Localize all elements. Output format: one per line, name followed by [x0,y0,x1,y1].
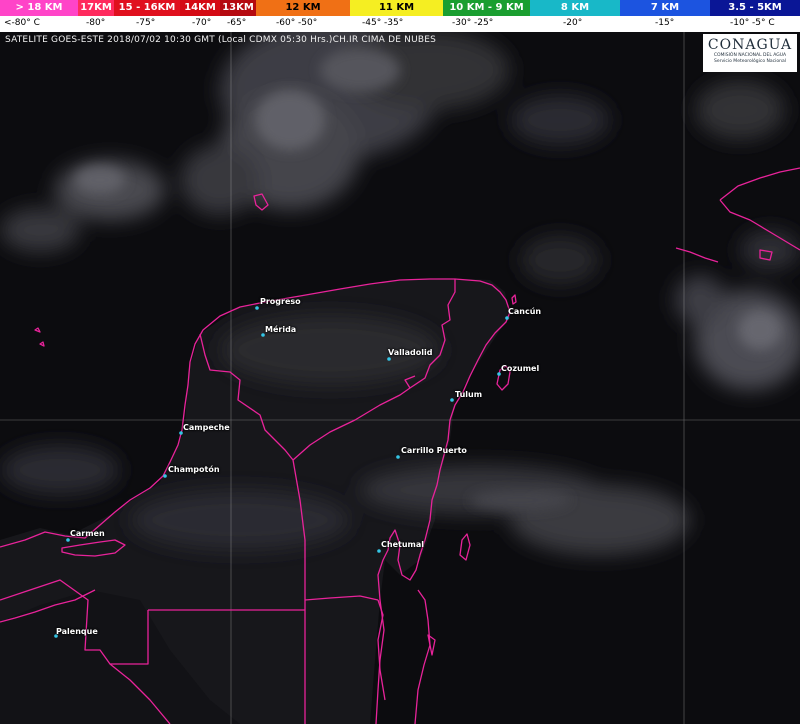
cloud-top-legend: > 18 KM 17KM 15 - 16KM 14KM 13KM 12 KM 1… [0,0,800,32]
legend-temp-11: -10° -5° C [730,18,775,28]
legend-temp-2: -80° [86,18,106,28]
city-dot-tulum [450,398,454,402]
city-label-chetumal: Chetumal [381,540,424,549]
city-label-carrillo-puerto: Carrillo Puerto [401,446,467,455]
legend-band-3-5km: 3.5 - 5KM [710,0,800,16]
city-dot-cancun [505,316,509,320]
legend-band-7km: 7 KM [620,0,710,16]
legend-temp-5: -65° [227,18,247,28]
legend-temp-6: -60° -50° [276,18,318,28]
legend-band-8km: 8 KM [530,0,620,16]
logo-name: CONAGUA [707,37,793,53]
legend-band-17km: 17KM [78,0,114,16]
image-caption: SATELITE GOES-ESTE 2018/07/02 10:30 GMT … [5,35,437,45]
legend-band-10-9km: 10 KM - 9 KM [443,0,530,16]
city-label-valladolid: Valladolid [388,348,433,357]
legend-temp-9: -20° [563,18,583,28]
city-label-cozumel: Cozumel [501,364,540,373]
satellite-image [0,0,800,724]
legend-band-11km: 11 KM [350,0,443,16]
city-label-carmen: Carmen [70,529,105,538]
logo-subtitle-2: Servicio Meteorológico Nacional [714,59,786,64]
city-dot-carrillo-puerto [396,455,400,459]
legend-band-12km: 12 KM [256,0,350,16]
legend-temp-4: -70° [192,18,212,28]
city-label-progreso: Progreso [260,297,301,306]
legend-temp-8: -30° -25° [452,18,494,28]
city-dot-chetumal [377,549,381,553]
city-label-merida: Mérida [265,325,297,334]
city-dot-carmen [66,538,70,542]
city-label-tulum: Tulum [455,390,483,399]
satellite-map-view: > 18 KM 17KM 15 - 16KM 14KM 13KM 12 KM 1… [0,0,800,724]
legend-band-13km: 13KM [220,0,256,16]
legend-temperature-row: <-80° C -80° -75° -70° -65° -60° -50° -4… [0,16,800,32]
conagua-logo: CONAGUA COMISIÓN NACIONAL DEL AGUA Servi… [703,34,797,72]
legend-temp-3: -75° [136,18,156,28]
legend-temp-10: -15° [655,18,675,28]
legend-band-18km: > 18 KM [0,0,78,16]
legend-temp-7: -45° -35° [362,18,404,28]
legend-band-14km: 14KM [180,0,220,16]
city-dot-valladolid [387,357,391,361]
legend-band-15-16km: 15 - 16KM [114,0,180,16]
city-dot-champoton [163,474,167,478]
city-label-palenque: Palenque [56,627,98,636]
city-label-campeche: Campeche [183,423,230,432]
legend-temp-1: <-80° C [4,18,40,28]
city-label-champoton: Champotón [168,465,220,474]
city-label-cancun: Cancún [508,307,542,316]
city-dot-progreso [255,306,259,310]
